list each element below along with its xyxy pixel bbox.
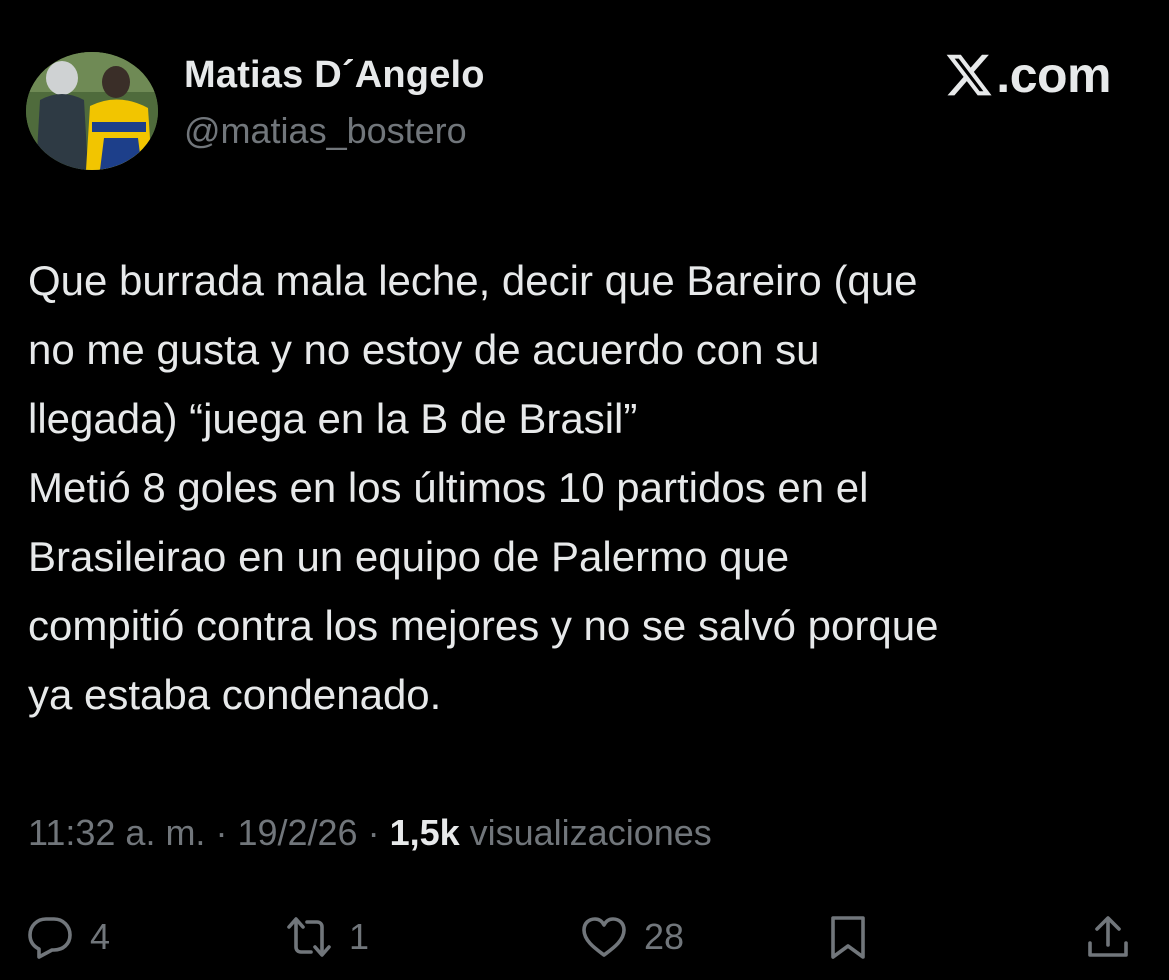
avatar[interactable] bbox=[26, 52, 158, 170]
tweet-actions: 4 1 28 bbox=[0, 905, 1169, 969]
repost-icon bbox=[287, 917, 331, 957]
tweet-date[interactable]: 19/2/26 bbox=[237, 812, 357, 853]
heart-icon bbox=[582, 917, 626, 957]
views-count: 1,5k bbox=[389, 812, 460, 853]
reply-count: 4 bbox=[90, 916, 111, 957]
share-button[interactable] bbox=[1084, 905, 1132, 969]
meta-separator: · bbox=[357, 812, 390, 853]
x-com-watermark: .com bbox=[944, 50, 1111, 100]
bookmark-icon bbox=[831, 916, 865, 959]
reply-icon bbox=[28, 917, 72, 959]
tweet-meta: 11:32 a. m. · 19/2/26 · 1,5k visualizaci… bbox=[28, 812, 712, 854]
like-button[interactable]: 28 bbox=[580, 905, 684, 969]
views-label: visualizaciones bbox=[459, 812, 712, 853]
author-handle[interactable]: @matias_bostero bbox=[184, 110, 467, 152]
like-count: 28 bbox=[644, 916, 685, 957]
repost-count: 1 bbox=[349, 916, 370, 957]
repost-button[interactable]: 1 bbox=[285, 905, 369, 969]
share-icon bbox=[1088, 916, 1128, 957]
x-com-text: .com bbox=[996, 47, 1111, 103]
x-logo-icon bbox=[946, 54, 992, 96]
tweet-time[interactable]: 11:32 a. m. bbox=[28, 812, 205, 853]
meta-separator: · bbox=[205, 812, 238, 853]
reply-button[interactable]: 4 bbox=[26, 905, 110, 969]
avatar-photo bbox=[26, 52, 158, 170]
bookmark-button[interactable] bbox=[824, 905, 872, 969]
tweet-text: Que burrada mala leche, decir que Bareir… bbox=[28, 257, 939, 718]
author-display-name[interactable]: Matias D´Angelo bbox=[184, 54, 485, 97]
